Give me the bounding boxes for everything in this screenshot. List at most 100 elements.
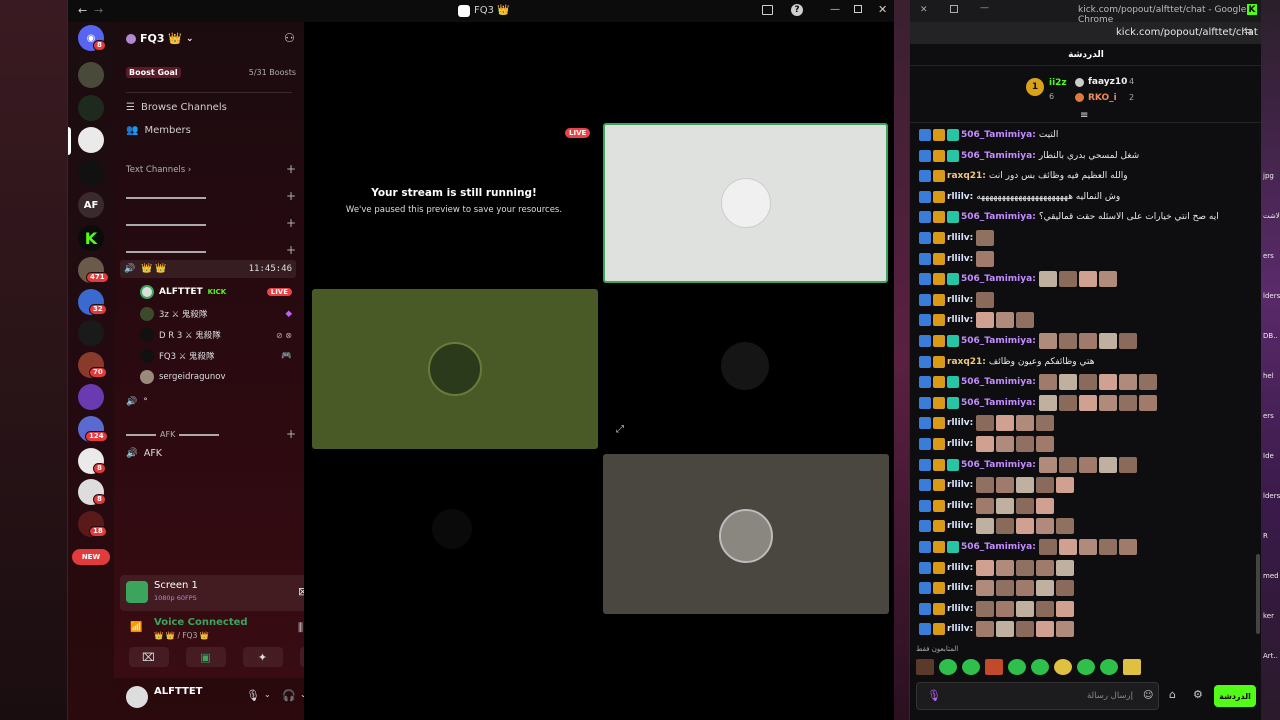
leaderboard-third[interactable]: RKO_i bbox=[1088, 93, 1117, 103]
emoji-icon[interactable]: ☺ bbox=[1143, 690, 1153, 701]
afk-channel[interactable]: 🔊 AFK bbox=[126, 448, 162, 459]
chat-input[interactable]: 🎙 إرسال رسالة ☺ bbox=[916, 682, 1159, 710]
chat-message[interactable]: rllilv: bbox=[919, 620, 1076, 638]
desktop-icon-label[interactable]: ers bbox=[1263, 252, 1274, 260]
scrollbar[interactable] bbox=[1256, 554, 1260, 634]
maximize-icon[interactable] bbox=[854, 5, 862, 13]
desktop-icon-label[interactable]: lders bbox=[1263, 492, 1280, 500]
close-icon[interactable]: ✕ bbox=[878, 3, 887, 16]
add-channel-icon[interactable]: + bbox=[286, 216, 296, 230]
chat-message[interactable]: rllilv: bbox=[919, 476, 1076, 494]
add-channel-icon[interactable]: + bbox=[286, 162, 296, 176]
minimize-icon[interactable]: — bbox=[830, 4, 840, 15]
voice-user[interactable]: D R 3 ⚔ 鬼殺隊 ⊘ ⊗ bbox=[140, 326, 292, 344]
afk-category[interactable]: AFK bbox=[126, 430, 220, 439]
server-icon-palm[interactable] bbox=[78, 95, 104, 121]
chat-message[interactable]: 506_Tamimiya: bbox=[919, 394, 1159, 412]
chat-username[interactable]: rllilv: bbox=[947, 192, 973, 202]
emote-button[interactable] bbox=[1123, 659, 1141, 675]
desktop-icon-label[interactable]: hel bbox=[1263, 372, 1274, 380]
chat-message[interactable]: 506_Tamimiya: التيت bbox=[919, 126, 1058, 144]
chat-username[interactable]: rllilv: bbox=[947, 233, 973, 243]
emote-button[interactable] bbox=[985, 659, 1003, 675]
chat-username[interactable]: 506_Tamimiya: bbox=[961, 542, 1036, 552]
chat-username[interactable]: rllilv: bbox=[947, 439, 973, 449]
chat-username[interactable]: raxq21: bbox=[947, 171, 986, 181]
chat-username[interactable]: 506_Tamimiya: bbox=[961, 212, 1036, 222]
chat-message[interactable]: raxq21: هتي وظائفكم وعيون وظائف bbox=[919, 353, 1094, 371]
activities-icon[interactable]: ✦ bbox=[242, 647, 283, 667]
video-tile[interactable]: ⤢ bbox=[603, 289, 889, 449]
server-icon-8[interactable] bbox=[78, 384, 104, 410]
chat-username[interactable]: rllilv: bbox=[947, 254, 973, 264]
site-settings-icon[interactable]: ⇆ bbox=[1244, 26, 1252, 37]
noise-suppression-icon[interactable]: ⫼ bbox=[298, 621, 303, 635]
voice-channel-active[interactable]: 🔊 👑 👑 11:45:46 bbox=[120, 260, 296, 278]
chat-username[interactable]: 506_Tamimiya: bbox=[961, 130, 1036, 140]
voice-user[interactable]: 3z ⚔ 鬼殺隊 ◆ bbox=[140, 305, 292, 323]
chat-message[interactable]: 506_Tamimiya: bbox=[919, 538, 1139, 556]
screen-share-icon[interactable]: ▣ bbox=[185, 647, 226, 667]
chat-message[interactable]: rllilv: bbox=[919, 497, 1056, 515]
chat-username[interactable]: raxq21: bbox=[947, 357, 986, 367]
server-icon-kick[interactable]: K bbox=[78, 225, 104, 251]
voice-user[interactable]: sergeidragunov bbox=[140, 368, 292, 386]
text-channels-header[interactable]: Text Channels › bbox=[126, 165, 191, 175]
boost-goal-bar[interactable]: Boost Goal 5/31 Boosts bbox=[126, 64, 296, 80]
forward-arrow-icon[interactable]: → bbox=[94, 4, 103, 17]
send-button[interactable]: الدردشة bbox=[1214, 685, 1256, 707]
camera-off-icon[interactable]: ⌧ bbox=[128, 647, 169, 667]
desktop-icon-label[interactable]: lders bbox=[1263, 292, 1280, 300]
headphones-icon[interactable]: 🎧 bbox=[282, 689, 296, 702]
microphone-icon[interactable]: 🎙 bbox=[927, 689, 941, 702]
chat-username[interactable]: rllilv: bbox=[947, 418, 973, 428]
add-channel-icon[interactable]: + bbox=[286, 243, 296, 257]
new-badge[interactable]: NEW bbox=[72, 549, 110, 565]
chat-username[interactable]: rllilv: bbox=[947, 480, 973, 490]
inbox-icon[interactable] bbox=[762, 5, 773, 15]
chat-username[interactable]: rllilv: bbox=[947, 501, 973, 511]
add-channel-icon[interactable]: + bbox=[286, 427, 296, 441]
store-icon[interactable]: ⌂ bbox=[1169, 688, 1176, 701]
user-name[interactable]: ALFTTET bbox=[154, 686, 202, 697]
emote-button[interactable] bbox=[1077, 659, 1095, 675]
emote-button[interactable] bbox=[939, 659, 957, 675]
emote-button[interactable] bbox=[1100, 659, 1118, 675]
chat-message[interactable]: rllilv: bbox=[919, 250, 996, 268]
chat-username[interactable]: 506_Tamimiya: bbox=[961, 398, 1036, 408]
desktop-icon-label[interactable]: med bbox=[1263, 572, 1279, 580]
chat-message[interactable]: rllilv: bbox=[919, 559, 1076, 577]
leaderboard-second[interactable]: faayz10 bbox=[1088, 77, 1127, 87]
voice-user[interactable]: ALFTTET KICK LIVE bbox=[140, 283, 292, 301]
help-icon[interactable]: ? bbox=[791, 4, 803, 16]
desktop-icon-label[interactable]: DB.. bbox=[1263, 332, 1278, 340]
desktop-icon-label[interactable]: Art.. bbox=[1263, 652, 1278, 660]
close-icon[interactable]: ✕ bbox=[920, 5, 928, 15]
add-channel-icon[interactable]: + bbox=[286, 189, 296, 203]
chat-username[interactable]: rllilv: bbox=[947, 563, 973, 573]
desktop-icon-label[interactable]: الاشت bbox=[1263, 212, 1280, 220]
chat-message[interactable]: rllilv: bbox=[919, 579, 1076, 597]
chat-username[interactable]: rllilv: bbox=[947, 583, 973, 593]
server-icon-pumpkin[interactable] bbox=[78, 160, 104, 186]
voice-user[interactable]: FQ3 ⚔ 鬼殺隊 🎮 bbox=[140, 347, 292, 365]
expand-leaderboard-icon[interactable]: ≡ bbox=[1080, 110, 1088, 121]
server-icon-af[interactable]: AF bbox=[78, 192, 104, 218]
desktop-icon-label[interactable]: ers bbox=[1263, 412, 1274, 420]
voice-connected-channel[interactable]: 👑 👑 / FQ3 👑 bbox=[154, 631, 209, 640]
chat-username[interactable]: 506_Tamimiya: bbox=[961, 460, 1036, 470]
chat-username[interactable]: rllilv: bbox=[947, 295, 973, 305]
microphone-icon[interactable]: 🎙 bbox=[246, 689, 260, 702]
desktop-icon-label[interactable]: jpg bbox=[1263, 172, 1274, 180]
server-icon-fq3[interactable] bbox=[78, 127, 104, 153]
chat-username[interactable]: 506_Tamimiya: bbox=[961, 274, 1036, 284]
chat-message[interactable]: rllilv: bbox=[919, 291, 996, 309]
video-tile[interactable] bbox=[312, 454, 598, 614]
video-tile[interactable] bbox=[603, 123, 888, 283]
chat-message[interactable]: 506_Tamimiya: شغل لمسحي بدري بالنطار bbox=[919, 147, 1139, 165]
chat-message[interactable]: 506_Tamimiya: bbox=[919, 456, 1139, 474]
chat-message[interactable]: rllilv: bbox=[919, 414, 1056, 432]
avatar[interactable] bbox=[126, 686, 148, 708]
emote-button[interactable] bbox=[1054, 659, 1072, 675]
video-tile[interactable] bbox=[312, 289, 598, 449]
